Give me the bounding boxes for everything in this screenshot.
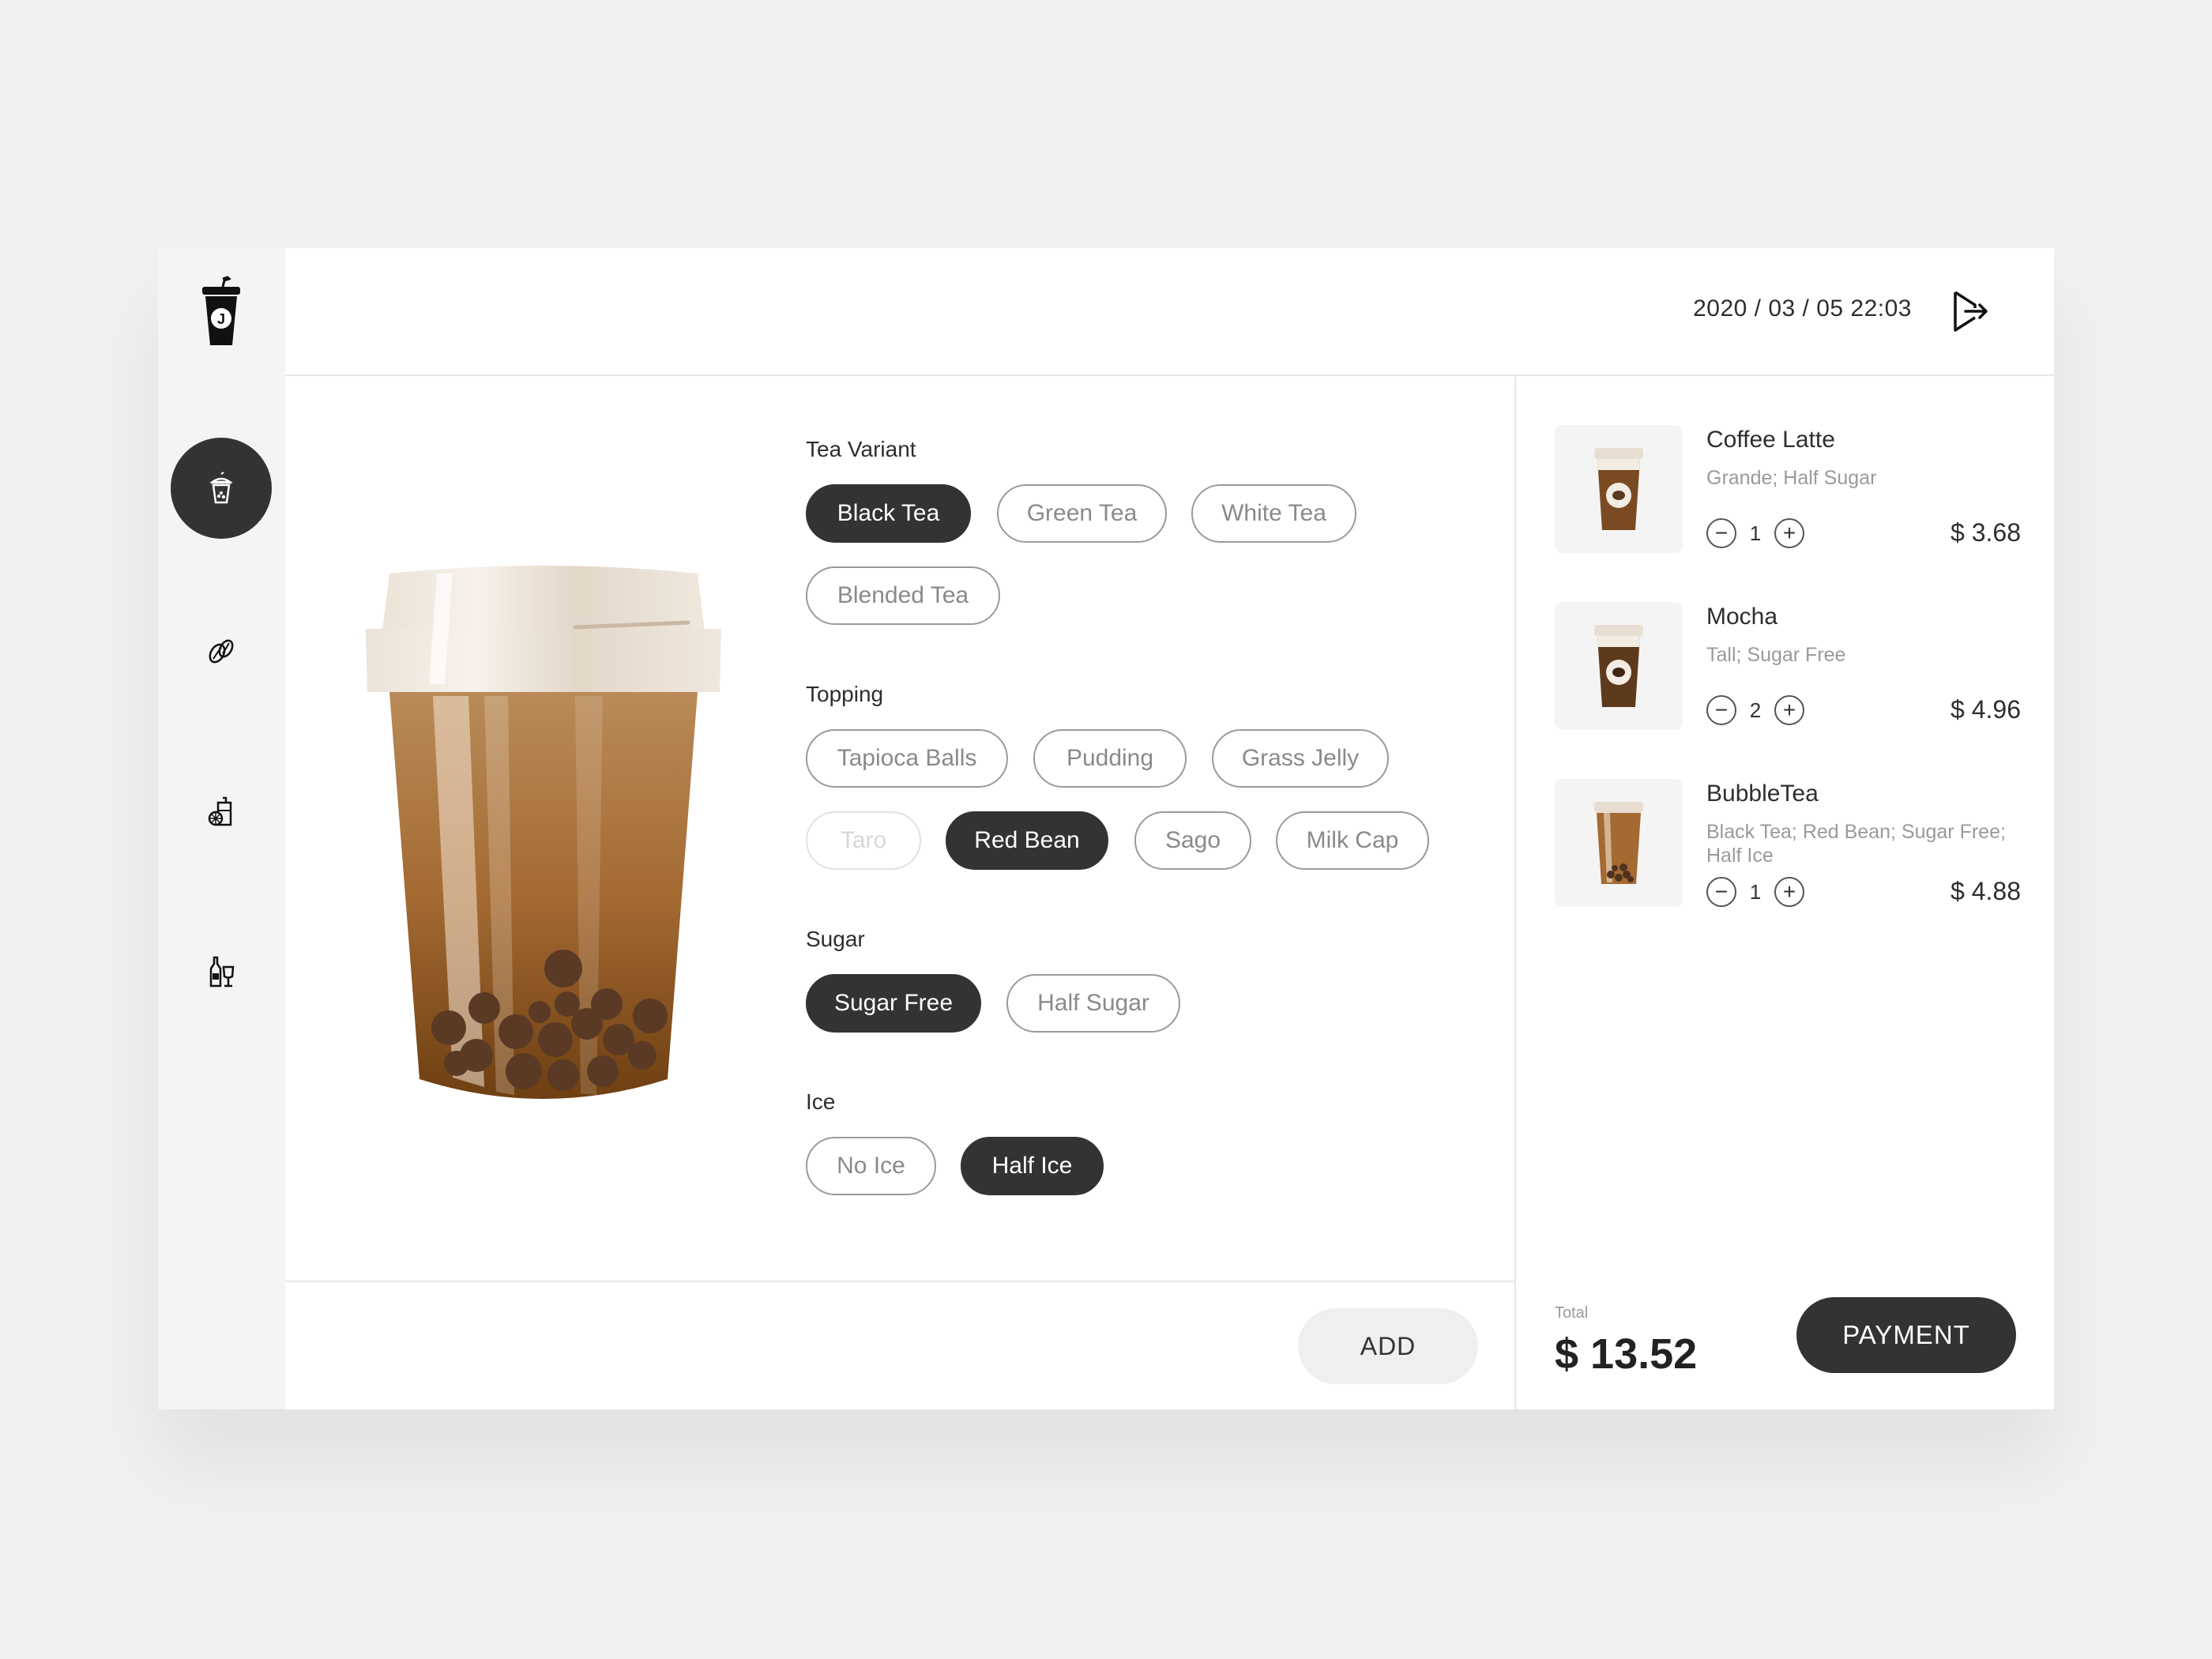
add-button[interactable]: ADD: [1298, 1308, 1478, 1384]
tea-option-green[interactable]: Green Tea: [997, 484, 1167, 543]
cart-item-price: $ 4.96: [1951, 695, 2021, 724]
bottles-icon: [209, 956, 235, 988]
tea-variant-label: Tea Variant: [806, 437, 916, 461]
logo-letter: J: [217, 311, 225, 327]
nav-drinks[interactable]: [171, 921, 272, 1022]
bubble-tea-product-image: [366, 566, 721, 1099]
quantity-stepper: − 2 +: [1706, 695, 1804, 725]
ice-label: Ice: [806, 1089, 836, 1114]
cart-panel: Coffee Latte Grande; Half Sugar − 1 + $ …: [1516, 376, 2054, 1409]
ice-option-half[interactable]: Half Ice: [961, 1137, 1104, 1195]
topping-option-red-bean[interactable]: Red Bean: [946, 811, 1108, 870]
bubble-tea-cup-icon: [1594, 802, 1643, 884]
sugar-option-free[interactable]: Sugar Free: [806, 974, 981, 1033]
cart-item-desc: Black Tea; Red Bean; Sugar Free; Half Ic…: [1706, 821, 2006, 867]
sidebar: J: [158, 248, 285, 1409]
cart-footer: Total $ 13.52 PAYMENT: [1516, 1281, 2054, 1409]
tea-option-black[interactable]: Black Tea: [806, 484, 971, 543]
cart-item: BubbleTea Black Tea; Red Bean; Sugar Fre…: [1555, 779, 2021, 907]
cart-item-thumb: [1555, 425, 1683, 553]
topping-option-tapioca[interactable]: Tapioca Balls: [806, 729, 1008, 788]
app-window: J 2020 / 03 / 05 22:03 Tea Variant Black…: [158, 248, 2054, 1409]
nav-bubble-tea[interactable]: [171, 438, 272, 539]
topping-option-sago[interactable]: Sago: [1134, 811, 1251, 870]
quantity-stepper: − 1 +: [1706, 518, 1804, 548]
topping-option-grass-jelly[interactable]: Grass Jelly: [1212, 729, 1389, 788]
cart-item: Coffee Latte Grande; Half Sugar − 1 + $ …: [1555, 425, 2021, 553]
cart-item-desc: Grande; Half Sugar: [1706, 467, 1877, 489]
logout-icon[interactable]: [1951, 289, 1991, 333]
cart-item-name: Mocha: [1706, 604, 1778, 630]
bubble-tea-icon: [209, 472, 233, 504]
tea-option-blended[interactable]: Blended Tea: [806, 566, 1000, 625]
increase-qty-button[interactable]: +: [1774, 695, 1804, 725]
nav-coffee[interactable]: [171, 600, 272, 702]
decrease-qty-button[interactable]: −: [1706, 877, 1736, 907]
sugar-label: Sugar: [806, 927, 865, 951]
coffee-cup-icon: [1594, 625, 1643, 707]
total-label: Total: [1555, 1304, 1589, 1322]
cart-item-name: BubbleTea: [1706, 781, 1819, 807]
cart-item-thumb: [1555, 602, 1683, 730]
quantity-value: 2: [1749, 698, 1762, 722]
tea-option-white[interactable]: White Tea: [1191, 484, 1356, 543]
topping-option-milk-cap[interactable]: Milk Cap: [1276, 811, 1429, 870]
cart-item-name: Coffee Latte: [1706, 427, 1835, 453]
increase-qty-button[interactable]: +: [1774, 518, 1804, 548]
sugar-option-half[interactable]: Half Sugar: [1006, 974, 1180, 1033]
coffee-beans-icon: [209, 639, 234, 664]
cart-item-desc: Tall; Sugar Free: [1706, 644, 1846, 666]
decrease-qty-button[interactable]: −: [1706, 695, 1736, 725]
quantity-stepper: − 1 +: [1706, 877, 1804, 907]
cart-item-price: $ 4.88: [1951, 877, 2021, 905]
cart-item-thumb: [1555, 779, 1683, 907]
product-panel: Tea Variant Black Tea Green Tea White Te…: [285, 376, 1516, 1409]
product-footer: ADD: [285, 1281, 1516, 1409]
topping-option-pudding[interactable]: Pudding: [1033, 729, 1187, 788]
ice-option-none[interactable]: No Ice: [806, 1137, 936, 1195]
quantity-value: 1: [1749, 521, 1762, 545]
header: 2020 / 03 / 05 22:03: [285, 248, 2054, 376]
nav-juice[interactable]: [171, 762, 272, 863]
increase-qty-button[interactable]: +: [1774, 877, 1804, 907]
quantity-value: 1: [1749, 879, 1762, 904]
logo-cup-icon: J: [202, 276, 240, 345]
cart-item: Mocha Tall; Sugar Free − 2 + $ 4.96: [1555, 602, 2021, 730]
datetime-display: 2020 / 03 / 05 22:03: [1693, 295, 1912, 322]
decrease-qty-button[interactable]: −: [1706, 518, 1736, 548]
cart-item-price: $ 3.68: [1951, 518, 2021, 547]
topping-label: Topping: [806, 682, 884, 706]
topping-option-taro[interactable]: Taro: [806, 811, 921, 870]
total-value: $ 13.52: [1555, 1330, 1698, 1378]
juice-icon: [208, 796, 232, 826]
coffee-cup-icon: [1594, 448, 1643, 530]
payment-button[interactable]: PAYMENT: [1796, 1297, 2016, 1373]
